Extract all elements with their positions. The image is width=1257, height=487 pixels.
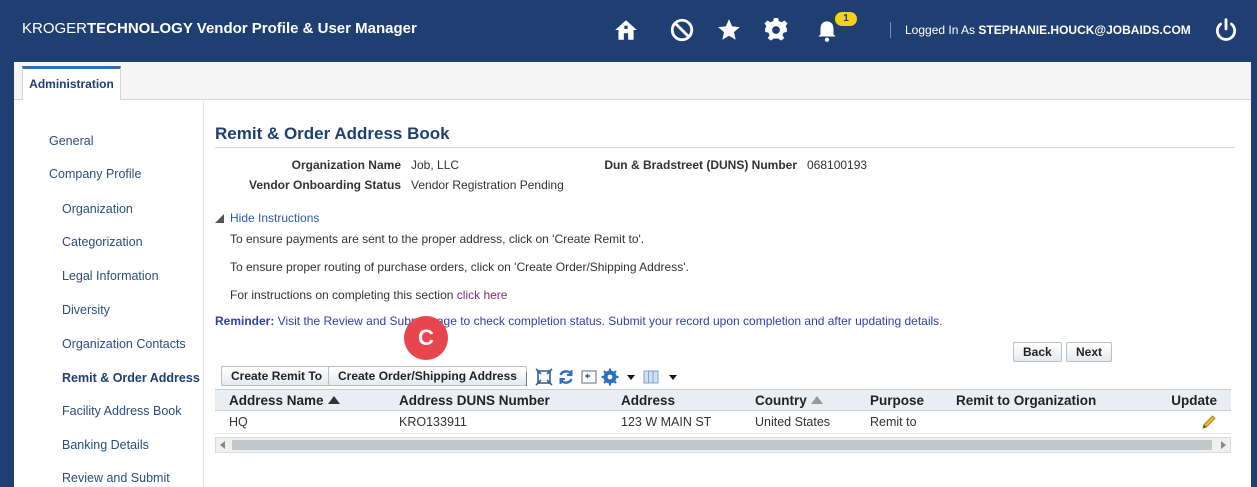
table-settings-gear-icon[interactable] — [601, 368, 619, 386]
sidebar-item-organization-contacts[interactable]: Organization Contacts — [62, 337, 186, 351]
column-address[interactable]: Address — [607, 389, 741, 411]
cell-purpose: Remit to — [856, 410, 942, 434]
address-table: Address Name Address DUNS Number Address… — [215, 389, 1231, 434]
horizontal-scrollbar[interactable] — [215, 437, 1231, 453]
user-email[interactable]: STEPHANIE.HOUCK@JOBAIDS.COM — [978, 23, 1190, 37]
settings-gear-icon[interactable] — [763, 17, 789, 43]
reminder-text: Visit the Review and Submit page to chec… — [274, 314, 943, 328]
cell-address-name: HQ — [215, 410, 385, 434]
toolbar-divider — [526, 372, 527, 386]
cell-update — [1148, 410, 1231, 434]
logout-power-icon[interactable] — [1213, 17, 1239, 43]
column-country[interactable]: Country — [741, 389, 856, 411]
reminder-label: Reminder: — [215, 314, 275, 328]
sidebar-item-organization[interactable]: Organization — [62, 202, 133, 216]
app-brand[interactable]: KROGERTECHNOLOGY Vendor Profile & User M… — [22, 20, 417, 37]
duns-label: Dun & Bradstreet (DUNS) Number — [604, 158, 797, 172]
sidebar-nav: General Company Profile Organization Cat… — [14, 101, 204, 487]
no-entry-icon[interactable] — [669, 17, 695, 43]
column-purpose[interactable]: Purpose — [856, 389, 942, 411]
edit-pencil-icon[interactable] — [1201, 414, 1217, 430]
instruction-help: For instructions on completing this sect… — [230, 288, 507, 302]
sidebar-item-remit-order-address[interactable]: Remit & Order Address — [62, 371, 200, 385]
window-frame-right — [1251, 62, 1257, 487]
next-button[interactable]: Next — [1066, 342, 1113, 362]
scroll-thumb[interactable] — [232, 440, 1212, 450]
brand-app-name: Vendor Profile & User Manager — [192, 20, 417, 37]
header-divider — [890, 22, 891, 38]
column-update[interactable]: Update — [1148, 389, 1231, 411]
brand-tech: TECHNOLOGY — [87, 20, 193, 37]
sort-ascending-icon[interactable] — [327, 395, 340, 404]
back-button[interactable]: Back — [1013, 342, 1062, 362]
tab-administration[interactable]: Administration — [22, 66, 121, 100]
top-header: KROGERTECHNOLOGY Vendor Profile & User M… — [0, 0, 1257, 62]
onboarding-status-label: Vendor Onboarding Status — [248, 178, 401, 192]
instruction-remit: To ensure payments are sent to the prope… — [230, 232, 645, 246]
logged-in-status: Logged In As STEPHANIE.HOUCK@JOBAIDS.COM — [905, 23, 1191, 37]
logged-in-prefix: Logged In As — [905, 23, 979, 37]
columns-view-icon[interactable] — [642, 368, 660, 386]
brand-prefix: KROGER — [22, 20, 88, 37]
page-title: Remit & Order Address Book — [215, 124, 450, 143]
sidebar-item-diversity[interactable]: Diversity — [62, 303, 110, 317]
cell-country: United States — [741, 410, 856, 434]
notification-count-badge[interactable]: 1 — [835, 12, 857, 26]
sidebar-item-review-and-submit[interactable]: Review and Submit — [62, 471, 170, 485]
instruction-help-text: For instructions on completing this sect… — [230, 288, 457, 302]
sort-unsorted-icon[interactable] — [810, 395, 823, 404]
sidebar-item-banking-details[interactable]: Banking Details — [62, 438, 149, 452]
column-country-label: Country — [755, 392, 807, 408]
reminder-message: Reminder: Visit the Review and Submit pa… — [215, 314, 943, 328]
duns-value: 068100193 — [807, 158, 868, 172]
sidebar-item-legal-information[interactable]: Legal Information — [62, 269, 159, 283]
create-remit-to-button[interactable]: Create Remit To — [221, 366, 333, 386]
tab-strip: Administration — [14, 62, 1251, 100]
sidebar-item-company-profile[interactable]: Company Profile — [49, 167, 141, 181]
column-address-name[interactable]: Address Name — [215, 389, 385, 411]
cell-remit-to-organization — [942, 410, 1148, 434]
collapse-triangle-icon — [215, 214, 224, 223]
column-remit-to-organization[interactable]: Remit to Organization — [942, 389, 1148, 411]
org-name-label: Organization Name — [291, 158, 401, 172]
sidebar-item-facility-address-book[interactable]: Facility Address Book — [62, 404, 182, 418]
org-name-value: Job, LLC — [411, 158, 460, 172]
cell-address-duns: KRO133911 — [385, 410, 607, 434]
cell-address: 123 W MAIN ST — [607, 410, 741, 434]
step-marker-c: C — [404, 316, 448, 360]
refresh-icon[interactable] — [557, 368, 575, 386]
settings-dropdown-chevron-icon[interactable] — [622, 368, 635, 386]
hide-instructions-toggle[interactable]: Hide Instructions — [215, 211, 319, 225]
window-frame-left — [0, 62, 14, 487]
hide-instructions-label: Hide Instructions — [230, 211, 320, 225]
export-icon[interactable] — [580, 368, 598, 386]
column-address-name-label: Address Name — [229, 392, 324, 408]
sidebar-item-categorization[interactable]: Categorization — [62, 235, 143, 249]
scroll-right-arrow-icon[interactable] — [1221, 441, 1226, 449]
click-here-link[interactable]: click here — [457, 288, 508, 302]
create-order-shipping-address-button[interactable]: Create Order/Shipping Address — [328, 366, 527, 386]
detach-table-icon[interactable] — [535, 368, 553, 386]
title-divider — [215, 147, 1235, 148]
table-row[interactable]: HQ KRO133911 123 W MAIN ST United States… — [215, 410, 1231, 434]
table-header-row: Address Name Address DUNS Number Address… — [215, 389, 1231, 411]
sidebar-item-general[interactable]: General — [49, 134, 93, 148]
column-address-duns[interactable]: Address DUNS Number — [385, 389, 607, 411]
columns-dropdown-chevron-icon[interactable] — [664, 368, 677, 386]
scroll-left-arrow-icon[interactable] — [220, 441, 225, 449]
favorites-star-icon[interactable] — [716, 17, 742, 43]
home-icon[interactable] — [613, 17, 639, 43]
instruction-order: To ensure proper routing of purchase ord… — [230, 260, 689, 274]
onboarding-status-value: Vendor Registration Pending — [411, 178, 564, 192]
